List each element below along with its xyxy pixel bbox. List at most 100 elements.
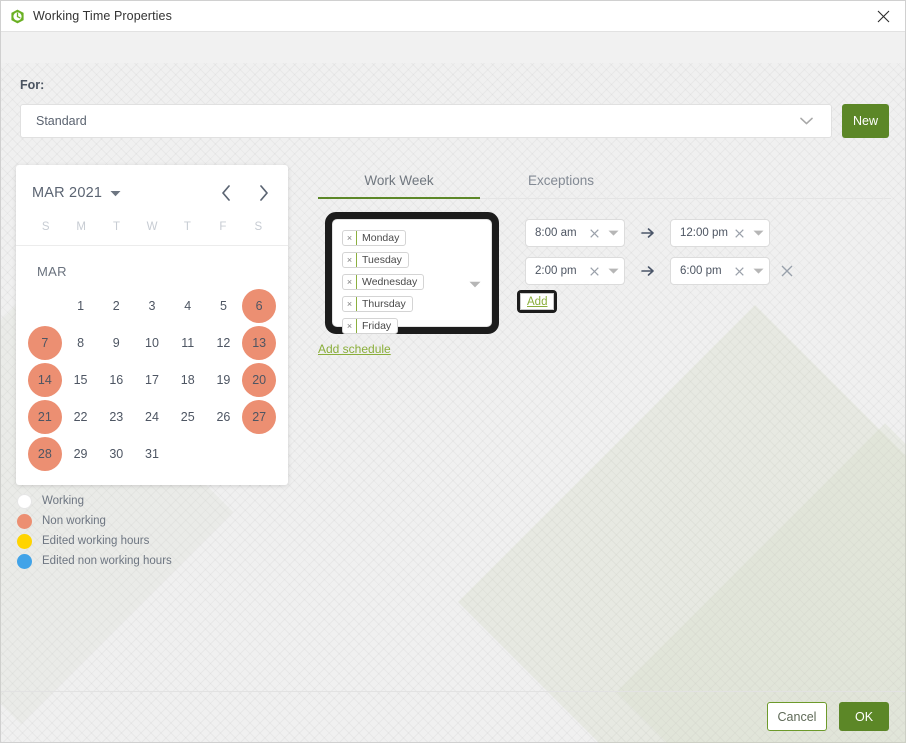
calendar-day[interactable]: 14 [27, 363, 63, 397]
calendar-weekday-header: SMTWTFS [16, 221, 288, 246]
day-chip-list: × Monday × Tuesday × Wednesday × Thursday × Frida… [342, 228, 483, 338]
calendar-day-label: 6 [242, 289, 277, 323]
calendar-grid: 1 2 3 4 5 6 7 8 9 10 11 12 13 14 15 16 17 18 19 20 21 22 23 24 2… [16, 289, 288, 471]
legend-item: Edited non working hours [17, 553, 172, 569]
dialog-footer: Cancel OK [1, 691, 905, 742]
calendar-weekday-3: W [146, 221, 158, 233]
calendar-day[interactable]: 25 [170, 400, 206, 434]
calendar-day[interactable]: 28 [27, 437, 63, 471]
day-chip: × Monday [342, 230, 407, 246]
calendar-day-label: 10 [145, 336, 159, 350]
add-range-link[interactable]: Add [520, 293, 555, 310]
close-icon[interactable] [861, 1, 905, 32]
clear-icon[interactable] [731, 228, 747, 238]
calendar-day[interactable]: 31 [134, 437, 170, 471]
ok-button[interactable]: OK [839, 702, 889, 731]
caret-down-icon[interactable] [602, 268, 624, 274]
calendar-day[interactable]: 3 [134, 289, 170, 323]
calendar-day-label: 14 [27, 363, 62, 397]
calendar-day[interactable]: 4 [170, 289, 206, 323]
calendar-day-label: 4 [184, 299, 192, 313]
calendar-day-label: 26 [216, 410, 231, 424]
chevron-right-icon[interactable] [253, 182, 275, 204]
tab-exceptions[interactable]: Exceptions [480, 163, 642, 198]
profile-label: For: [20, 78, 45, 92]
time-end-field-1[interactable]: 12:00 pm [670, 219, 770, 247]
tab-bar: Work Week Exceptions [318, 163, 891, 199]
close-small-icon[interactable]: × [343, 297, 357, 311]
calendar-weekday-1: M [76, 221, 86, 233]
calendar-day[interactable]: 12 [206, 326, 242, 360]
tab-work-week[interactable]: Work Week [318, 163, 480, 199]
month-picker-button[interactable]: MAR 2021 [32, 184, 121, 202]
clear-icon[interactable] [586, 266, 602, 276]
calendar-day[interactable]: 11 [170, 326, 206, 360]
caret-down-icon[interactable] [747, 230, 769, 236]
close-small-icon[interactable]: × [343, 275, 357, 289]
calendar-day[interactable]: 15 [63, 363, 99, 397]
add-schedule-link[interactable]: Add schedule [318, 342, 391, 356]
calendar-day-label: 1 [77, 299, 85, 313]
calendar-day[interactable]: 21 [27, 400, 63, 434]
calendar-day[interactable]: 29 [63, 437, 99, 471]
calendar-day[interactable]: 5 [206, 289, 242, 323]
calendar-header: MAR 2021 [16, 165, 288, 221]
days-multiselect[interactable]: × Monday × Tuesday × Wednesday × Thursday × Frida… [332, 219, 492, 334]
caret-down-icon[interactable] [602, 230, 624, 236]
calendar-weekday-6: S [254, 221, 263, 233]
calendar-day[interactable]: 8 [63, 326, 99, 360]
time-start-value-1: 8:00 am [535, 227, 577, 239]
profile-select[interactable]: Standard [20, 104, 832, 138]
calendar-day[interactable]: 2 [98, 289, 134, 323]
calendar-weekday-5: F [219, 221, 227, 233]
calendar-day[interactable]: 18 [170, 363, 206, 397]
calendar-day[interactable]: 27 [241, 400, 277, 434]
close-small-icon[interactable]: × [343, 253, 357, 267]
legend-color-swatch [17, 553, 32, 569]
calendar-day[interactable]: 9 [98, 326, 134, 360]
day-chip: × Friday [342, 318, 399, 334]
window-title: Working Time Properties [33, 9, 172, 23]
calendar-day-label: 16 [109, 373, 124, 387]
calendar-day[interactable]: 20 [241, 363, 277, 397]
calendar-day[interactable]: 7 [27, 326, 63, 360]
calendar-day[interactable]: 6 [241, 289, 277, 323]
day-chip: × Wednesday [342, 274, 425, 290]
day-chip: × Tuesday [342, 252, 409, 268]
time-end-value-1: 12:00 pm [680, 227, 728, 239]
calendar-day[interactable]: 24 [134, 400, 170, 434]
calendar-day[interactable]: 1 [63, 289, 99, 323]
caret-down-icon[interactable] [747, 268, 769, 274]
calendar-day-label: 25 [180, 410, 195, 424]
calendar-day-label: 17 [145, 373, 159, 387]
calendar-weekday-0: S [41, 221, 50, 233]
caret-down-icon[interactable] [469, 275, 481, 293]
cancel-button[interactable]: Cancel [767, 702, 827, 731]
calendar-day[interactable]: 13 [241, 326, 277, 360]
calendar-day[interactable]: 30 [98, 437, 134, 471]
calendar-month-name: MAR [37, 264, 67, 279]
calendar-day[interactable]: 16 [98, 363, 134, 397]
calendar-day[interactable]: 23 [98, 400, 134, 434]
time-start-field-2[interactable]: 2:00 pm [525, 257, 625, 285]
close-small-icon[interactable]: × [343, 231, 357, 245]
caret-down-icon [110, 184, 121, 202]
clear-icon[interactable] [731, 266, 747, 276]
clear-icon[interactable] [586, 228, 602, 238]
time-end-field-2[interactable]: 6:00 pm [670, 257, 770, 285]
remove-range-button-2[interactable] [779, 263, 795, 279]
day-chip-label: Thursday [362, 298, 406, 310]
calendar-day[interactable]: 19 [206, 363, 242, 397]
calendar-day[interactable]: 26 [206, 400, 242, 434]
calendar-day-label: 13 [242, 326, 277, 360]
close-small-icon[interactable]: × [343, 319, 357, 333]
calendar-day-label: 2 [112, 299, 120, 313]
calendar-day[interactable]: 17 [134, 363, 170, 397]
new-button[interactable]: New [842, 104, 889, 138]
calendar-day[interactable]: 22 [63, 400, 99, 434]
chevron-left-icon[interactable] [215, 182, 237, 204]
add-range-focus-ring: Add [517, 290, 558, 313]
calendar-day[interactable]: 10 [134, 326, 170, 360]
time-start-field-1[interactable]: 8:00 am [525, 219, 625, 247]
legend-color-swatch [17, 513, 32, 529]
